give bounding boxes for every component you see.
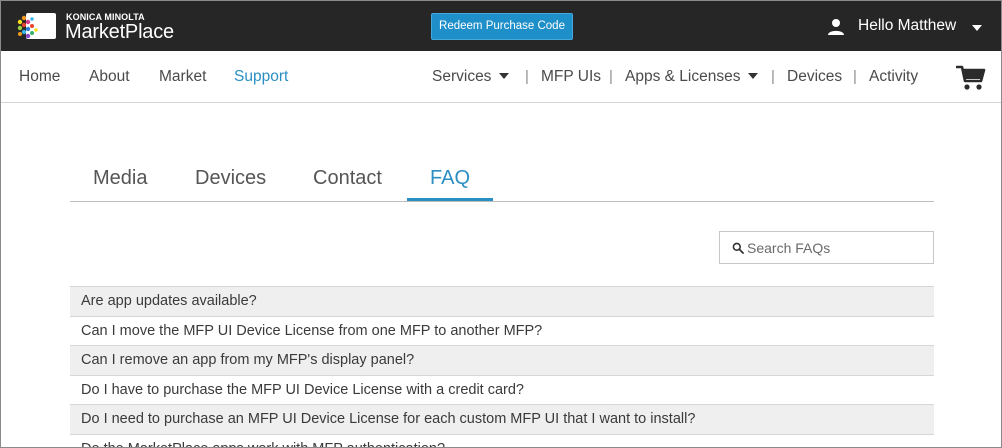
nav-separator: |	[525, 68, 529, 85]
faq-list: Are app updates available? Can I move th…	[70, 286, 934, 447]
faq-item[interactable]: Can I remove an app from my MFP's displa…	[70, 345, 934, 375]
search-faqs-input[interactable]	[747, 238, 927, 258]
main-nav: Home About Market Support Services | MFP…	[1, 51, 1001, 103]
nav-services[interactable]: Services	[432, 68, 510, 86]
caret-down-icon	[972, 25, 982, 31]
nav-about[interactable]: About	[89, 68, 130, 86]
tab-contact[interactable]: Contact	[313, 167, 382, 190]
faq-item[interactable]: Do I need to purchase an MFP UI Device L…	[70, 404, 934, 434]
nav-apps-licenses-label: Apps & Licenses	[625, 68, 741, 85]
nav-apps-licenses[interactable]: Apps & Licenses	[625, 68, 759, 86]
nav-market[interactable]: Market	[159, 68, 206, 86]
cart-icon[interactable]	[956, 65, 986, 91]
redeem-purchase-code-button[interactable]: Redeem Purchase Code	[431, 13, 573, 40]
nav-separator: |	[853, 68, 857, 85]
tab-media[interactable]: Media	[93, 167, 147, 190]
tab-faq[interactable]: FAQ	[430, 167, 470, 190]
nav-separator: |	[609, 68, 613, 85]
user-icon	[828, 19, 844, 35]
user-menu[interactable]: Hello Matthew	[827, 15, 987, 39]
caret-down-icon	[499, 72, 510, 79]
faq-item[interactable]: Are app updates available?	[70, 286, 934, 316]
caret-down-icon	[748, 72, 759, 79]
search-icon	[732, 242, 744, 254]
nav-home[interactable]: Home	[19, 68, 60, 86]
faq-item[interactable]: Can I move the MFP UI Device License fro…	[70, 315, 934, 346]
tab-devices[interactable]: Devices	[195, 167, 266, 190]
active-tab-indicator	[407, 198, 493, 201]
faq-search	[719, 231, 934, 264]
faq-item[interactable]: Do the MarketPlace apps work with MFP au…	[70, 433, 934, 447]
top-bar: KONICA MINOLTA MarketPlace Redeem Purcha…	[1, 1, 1001, 51]
faq-item[interactable]: Do I have to purchase the MFP UI Device …	[70, 374, 934, 405]
nav-devices[interactable]: Devices	[787, 68, 842, 86]
user-greeting: Hello Matthew	[858, 17, 957, 34]
nav-mfp-uis[interactable]: MFP UIs	[541, 68, 601, 86]
konica-minolta-logo-icon	[17, 13, 56, 39]
nav-activity[interactable]: Activity	[869, 68, 918, 86]
page-frame: KONICA MINOLTA MarketPlace Redeem Purcha…	[0, 0, 1002, 448]
nav-services-label: Services	[432, 68, 492, 85]
support-tabs: Media Devices Contact FAQ	[70, 159, 934, 202]
nav-support[interactable]: Support	[234, 68, 288, 86]
marketplace-logo[interactable]: KONICA MINOLTA MarketPlace	[17, 11, 207, 43]
logo-product-text: MarketPlace	[65, 21, 174, 43]
nav-separator: |	[771, 68, 775, 85]
